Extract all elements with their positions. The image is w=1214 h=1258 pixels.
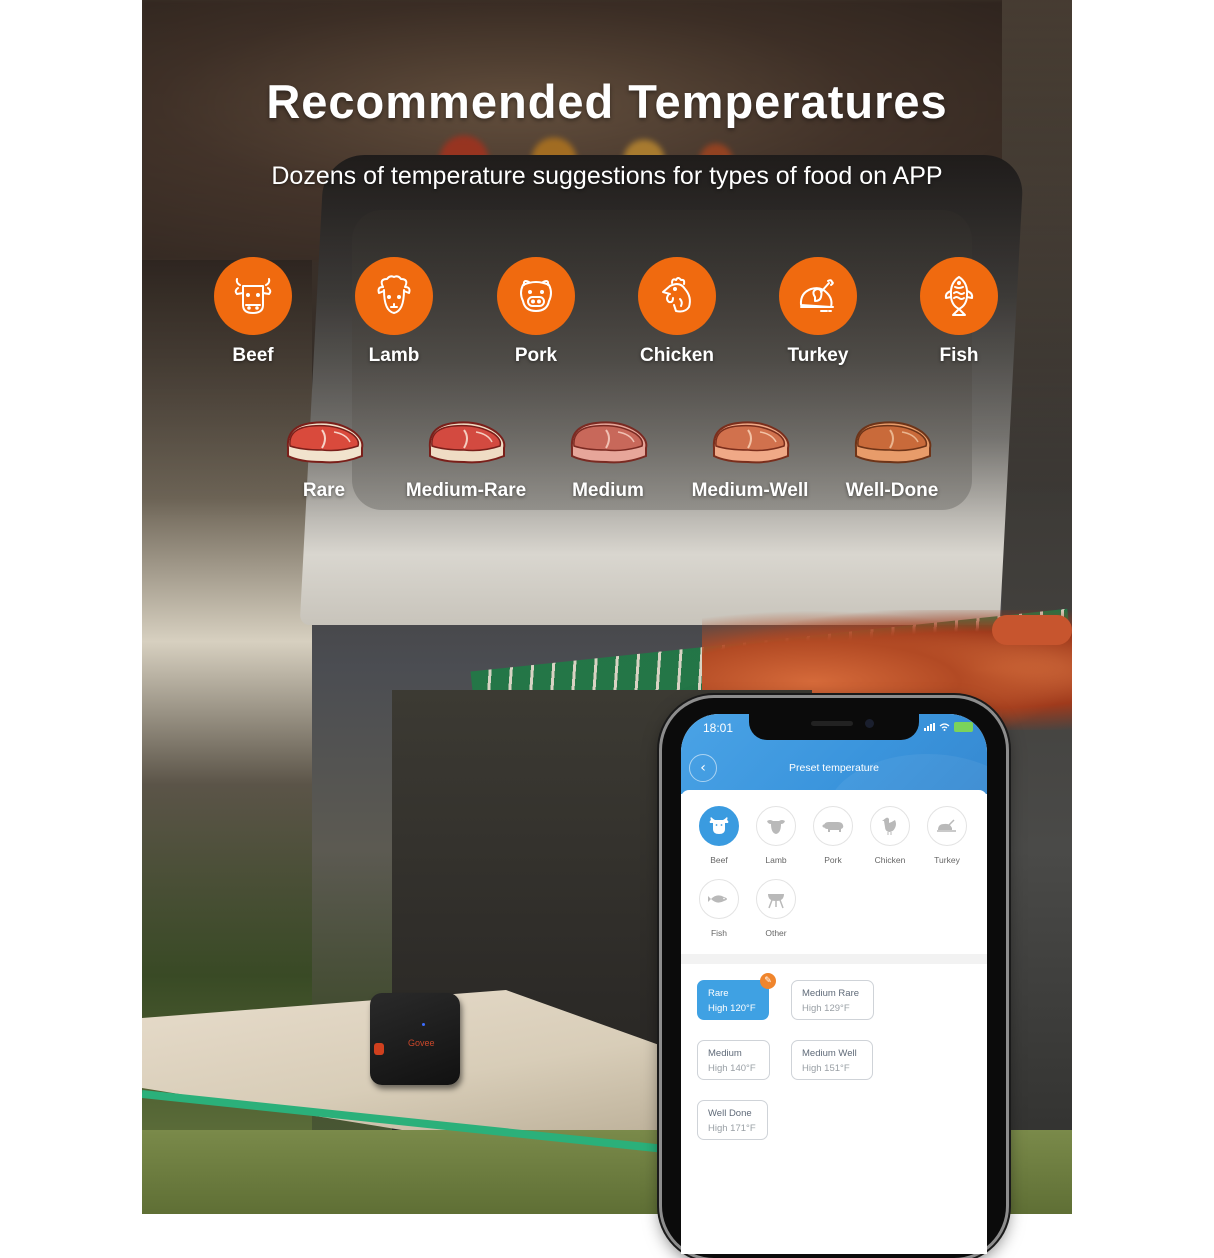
pig-icon (813, 806, 853, 846)
steak-icon (854, 421, 932, 464)
doneness-label: Medium-Rare (405, 480, 527, 501)
chicken-head-icon (638, 257, 716, 335)
doneness-medium-rare: Medium-Rare (391, 418, 541, 502)
doneness-rare: Rare (249, 418, 399, 502)
sheep-head-icon (355, 257, 433, 335)
category-fish[interactable]: Fish (693, 879, 745, 938)
grill-icon (756, 879, 796, 919)
phone-notch (749, 714, 919, 740)
category-label: Lamb (765, 855, 787, 865)
food-type-label: Beef (232, 345, 274, 366)
category-label: Pork (824, 855, 842, 865)
page-title: Recommended Temperatures (266, 75, 948, 128)
page-subtitle: Dozens of temperature suggestions for ty… (271, 162, 943, 190)
food-type-label: Fish (939, 345, 979, 366)
preset-name: Medium (708, 1048, 742, 1059)
preset-temp: High 129°F (802, 1003, 850, 1014)
category-label: Turkey (934, 855, 960, 865)
app-header: 18:01 ‹ Preset temperature (681, 714, 987, 874)
steak-icon (428, 421, 506, 464)
preset-name: Medium Well (802, 1048, 857, 1059)
food-type-pork: Pork (476, 257, 596, 367)
preset-name: Rare (708, 988, 729, 999)
preset-well-done[interactable]: Well Done High 171°F (697, 1100, 768, 1140)
preset-temp: High 120°F (708, 1003, 756, 1014)
preset-medium-well[interactable]: Medium Well High 151°F (791, 1040, 873, 1080)
category-label: Chicken (874, 855, 906, 865)
food-type-label: Pork (514, 345, 558, 366)
cow-head-icon (214, 257, 292, 335)
food-type-label: Lamb (368, 345, 420, 366)
hub-status-led (422, 1023, 425, 1026)
category-other[interactable]: Other (750, 879, 802, 938)
screen-title: Preset temperature (789, 762, 879, 774)
preset-name: Well Done (708, 1108, 752, 1119)
thermometer-hub-device: Govee (370, 993, 460, 1085)
doneness-label: Medium (572, 480, 644, 501)
edit-pencil-icon[interactable]: ✎ (760, 973, 776, 989)
food-type-turkey: Turkey (758, 257, 878, 367)
category-beef[interactable]: Beef (693, 806, 745, 865)
status-icons (924, 722, 973, 732)
preset-medium-rare[interactable]: Medium Rare High 129°F (791, 980, 874, 1020)
preset-rare[interactable]: Rare High 120°F ✎ (697, 973, 776, 1020)
steak-icon (286, 421, 364, 464)
fish-icon (920, 257, 998, 335)
steak-icon (570, 421, 648, 464)
category-label: Fish (710, 928, 728, 938)
category-turkey[interactable]: Turkey (921, 806, 973, 865)
battery-charging-icon (954, 722, 973, 732)
roast-turkey-icon (779, 257, 857, 335)
food-type-beef: Beef (193, 257, 313, 367)
preset-name: Medium Rare (802, 988, 860, 999)
doneness-well-done: Well-Done (817, 418, 967, 502)
preset-panel: Beef Lamb Pork Chicken Turkey Fish Other… (681, 790, 987, 1254)
phone-mockup: 18:01 ‹ Preset temperature Beef Lamb Por… (662, 698, 1006, 1258)
pig-head-icon (497, 257, 575, 335)
food-type-chicken: Chicken (617, 257, 737, 367)
preset-medium[interactable]: Medium High 140°F (697, 1040, 770, 1080)
cellular-signal-icon (924, 723, 935, 731)
doneness-medium-well: Medium-Well (675, 418, 825, 502)
hub-power-button (374, 1043, 384, 1055)
food-type-fish: Fish (899, 257, 1019, 367)
sausage (992, 615, 1072, 645)
cow-icon (699, 806, 739, 846)
steak-icon (712, 421, 790, 464)
preset-temp: High 140°F (708, 1063, 756, 1074)
doneness-label: Rare (302, 480, 346, 501)
front-camera (865, 719, 874, 728)
fish-icon (699, 879, 739, 919)
sheep-icon (756, 806, 796, 846)
chicken-icon (870, 806, 910, 846)
category-chicken[interactable]: Chicken (864, 806, 916, 865)
category-label: Other (765, 928, 787, 938)
wifi-icon (939, 723, 950, 731)
section-divider (681, 954, 987, 964)
phone-screen: 18:01 ‹ Preset temperature Beef Lamb Por… (681, 714, 987, 1254)
status-time: 18:01 (703, 721, 734, 735)
doneness-label: Well-Done (845, 480, 939, 501)
food-type-label: Turkey (787, 345, 849, 366)
category-label: Beef (710, 855, 728, 865)
turkey-icon (927, 806, 967, 846)
food-type-lamb: Lamb (334, 257, 454, 367)
hub-brand-logo: Govee (408, 1038, 435, 1048)
food-type-label: Chicken (640, 345, 714, 366)
doneness-label: Medium-Well (691, 480, 809, 501)
category-pork[interactable]: Pork (807, 806, 859, 865)
earpiece (811, 721, 853, 726)
doneness-medium: Medium (533, 418, 683, 502)
preset-temp: High 151°F (802, 1063, 850, 1074)
preset-temp: High 171°F (708, 1123, 756, 1134)
category-lamb[interactable]: Lamb (750, 806, 802, 865)
